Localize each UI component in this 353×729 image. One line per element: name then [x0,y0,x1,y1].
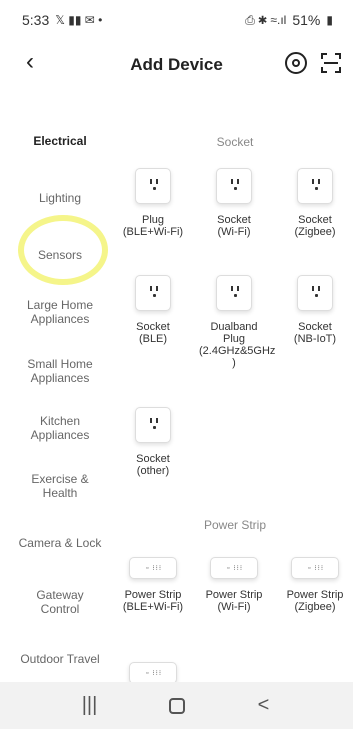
system-icons: ⎙ ✱ ≈.ıl [245,13,287,27]
power-strip-icon: ▫ ⁝⁝⁝ [129,557,177,579]
system-nav-bar: ||| < [0,682,353,729]
socket-icon [135,168,171,204]
section-title-power-strip: Power Strip [203,518,267,532]
socket-icon [216,168,252,204]
socket-icon [216,275,252,311]
socket-icon [135,407,171,443]
device-label: Socket (Wi-Fi) [217,214,251,238]
status-bar: 5:33 𝕏 ▮▮ ✉ • ⎙ ✱ ≈.ıl 51% ▮ [0,0,353,38]
device-tile[interactable]: Socket (NB-IoT) [280,275,350,345]
notification-icons: 𝕏 ▮▮ ✉ • [55,13,103,27]
sidebar-item-gateway-control[interactable]: Gateway Control [0,588,120,616]
sidebar-item-exercise-health[interactable]: Exercise & Health [0,472,120,500]
device-label: Power Strip (Zigbee) [286,589,344,613]
device-label: Socket (BLE) [136,321,170,345]
sidebar-item-lighting[interactable]: Lighting [0,191,120,205]
device-label: Plug (BLE+Wi-Fi) [122,214,184,238]
auto-scan-icon[interactable] [285,52,307,74]
sidebar-item-camera-lock[interactable]: Camera & Lock [0,536,120,550]
device-tile[interactable]: Socket (other) [118,407,188,477]
power-strip-icon: ▫ ⁝⁝⁝ [210,557,258,579]
device-label: Power Strip (BLE+Wi-Fi) [122,589,184,613]
recents-button[interactable]: ||| [70,694,110,717]
device-label: Socket (NB-IoT) [293,321,337,345]
power-strip-tile[interactable]: ▫ ⁝⁝⁝ Power Strip (Zigbee) [280,557,350,613]
status-time: 5:33 [22,12,50,28]
device-tile[interactable]: Plug (BLE+Wi-Fi) [118,168,188,238]
device-label: Socket (other) [136,453,170,477]
power-strip-tile[interactable]: ▫ ⁝⁝⁝ [118,662,188,684]
sidebar-item-kitchen-appliances[interactable]: Kitchen Appliances [0,414,120,442]
socket-icon [297,168,333,204]
device-label: Socket (Zigbee) [294,214,336,238]
power-strip-icon: ▫ ⁝⁝⁝ [291,557,339,579]
section-title-socket: Socket [216,135,254,149]
nav-back-button[interactable]: < [244,694,284,717]
sidebar-item-large-home-appliances[interactable]: Large Home Appliances [0,298,120,326]
socket-icon [135,275,171,311]
sidebar-item-electrical[interactable]: Electrical [0,134,120,148]
sidebar-item-small-home-appliances[interactable]: Small Home Appliances [0,357,120,385]
power-strip-tile[interactable]: ▫ ⁝⁝⁝ Power Strip (Wi-Fi) [199,557,269,613]
home-button[interactable] [168,697,185,714]
socket-icon [297,275,333,311]
sidebar-item-sensors[interactable]: Sensors [0,248,120,262]
power-strip-tile[interactable]: ▫ ⁝⁝⁝ Power Strip (BLE+Wi-Fi) [118,557,188,613]
device-tile[interactable]: Socket (Zigbee) [280,168,350,238]
device-label: Power Strip (Wi-Fi) [205,589,263,613]
battery-level: 51% [292,12,321,28]
device-tile[interactable]: Socket (BLE) [118,275,188,345]
battery-icon: ▮ [326,13,333,27]
qr-scan-icon[interactable] [320,52,342,74]
device-tile[interactable]: Socket (Wi-Fi) [199,168,269,238]
device-label: Dualband Plug (2.4GHz&5GHz ) [199,321,276,369]
header: ‹ Add Device [0,38,353,88]
power-strip-icon: ▫ ⁝⁝⁝ [129,662,177,684]
sidebar-item-outdoor-travel[interactable]: Outdoor Travel [0,652,120,666]
device-tile[interactable]: Dualband Plug (2.4GHz&5GHz ) [199,275,276,369]
